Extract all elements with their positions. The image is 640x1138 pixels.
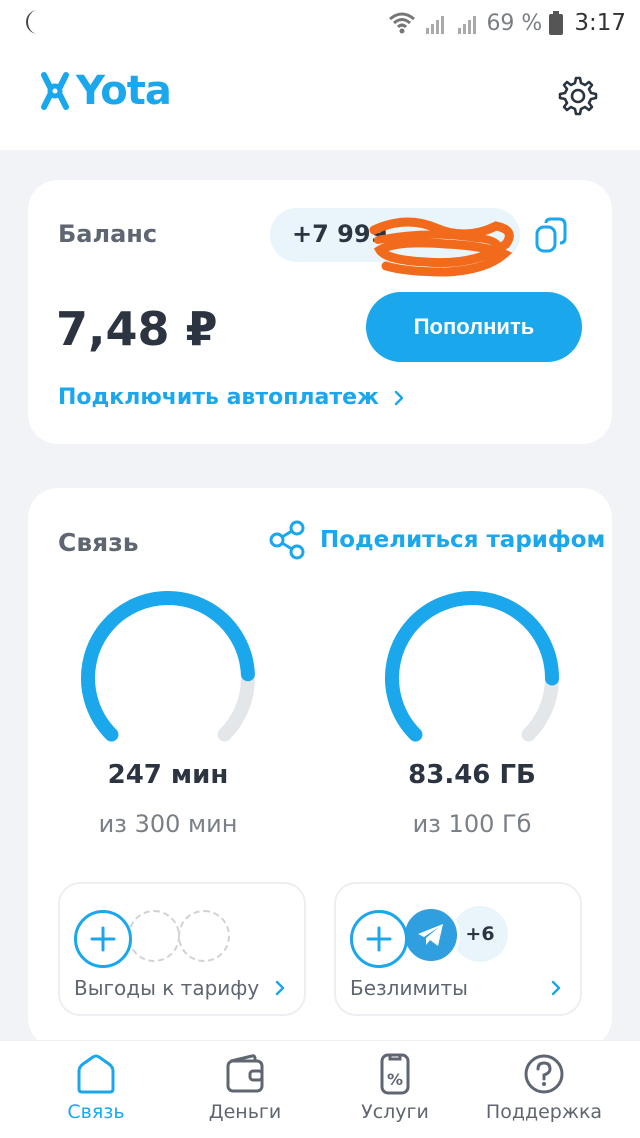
nav-label: Поддержка <box>485 1101 603 1123</box>
unlimited-label: Безлимиты <box>350 976 468 1000</box>
nav-label: Деньги <box>208 1101 282 1123</box>
bottom-navigation: Связь Деньги % Услуги Поддержка <box>0 1040 640 1138</box>
add-benefit-button[interactable] <box>74 910 132 968</box>
telegram-icon <box>402 906 460 964</box>
connection-title: Связь <box>58 528 139 557</box>
topup-button[interactable]: Пополнить <box>366 292 582 362</box>
data-gauge-fill <box>385 591 560 742</box>
nav-item-services[interactable]: % Услуги <box>315 1051 475 1123</box>
more-unlimited-badge: +6 <box>452 906 508 962</box>
chevron-right-icon <box>394 390 404 405</box>
autopay-label: Подключить автоплатеж <box>58 385 379 410</box>
balance-card: Баланс +7 999 7,48 ₽ Пополнить Подключит… <box>28 180 612 444</box>
settings-gear-icon[interactable] <box>554 74 598 118</box>
chevron-right-icon <box>551 980 561 996</box>
minutes-total: из 300 мин <box>98 810 238 838</box>
nav-item-money[interactable]: Деньги <box>165 1051 325 1123</box>
brand-name: Yota <box>76 68 172 114</box>
connection-card: Связь Поделиться тарифом 247 мин из 300 … <box>28 488 612 1048</box>
svg-text:%: % <box>387 1070 403 1089</box>
tariff-benefits-label: Выгоды к тарифу <box>74 976 260 1000</box>
wifi-icon <box>389 12 416 34</box>
battery-percent: 69 % <box>486 10 543 36</box>
plus-icon <box>90 926 116 952</box>
nav-label: Связь <box>67 1101 125 1123</box>
copy-icon[interactable] <box>534 216 568 254</box>
moon-icon <box>26 10 38 34</box>
yota-logo: Yota <box>40 68 172 114</box>
balance-amount: 7,48 ₽ <box>56 302 218 356</box>
clock: 3:17 <box>574 10 626 36</box>
data-gauge <box>385 591 560 742</box>
signal-1-icon <box>426 16 445 34</box>
empty-slot-circle <box>128 910 180 962</box>
tariff-benefits-tile[interactable]: Выгоды к тарифу <box>58 882 306 1016</box>
data-remaining: 83.46 ГБ <box>408 760 536 790</box>
unlimited-tile[interactable]: +6 Безлимиты <box>334 882 582 1016</box>
share-tariff-label: Поделиться тарифом <box>320 527 606 553</box>
empty-slot-circle <box>178 910 230 962</box>
redaction-scribble <box>369 217 514 277</box>
chevron-right-icon <box>275 980 285 996</box>
nav-label: Услуги <box>361 1101 429 1123</box>
status-bar: 69 % 3:17 <box>0 0 640 46</box>
yota-logo-mark-icon <box>41 72 69 110</box>
balance-title: Баланс <box>58 220 158 248</box>
minutes-gauge-fill <box>81 591 255 742</box>
phone-number-pill[interactable]: +7 999 <box>270 208 520 277</box>
support-icon <box>524 1054 564 1094</box>
add-unlimited-button[interactable] <box>350 910 408 968</box>
plus-icon <box>366 926 392 952</box>
battery-icon <box>549 11 564 35</box>
minutes-gauge <box>81 591 255 742</box>
nav-item-connection[interactable]: Связь <box>16 1051 176 1123</box>
share-tariff-link[interactable]: Поделиться тарифом <box>268 520 605 560</box>
services-icon: % <box>380 1053 410 1095</box>
wallet-icon <box>226 1054 264 1093</box>
minutes-remaining: 247 мин <box>107 760 229 790</box>
home-icon <box>77 1054 115 1094</box>
nav-item-support[interactable]: Поддержка <box>464 1051 624 1123</box>
data-total: из 100 Гб <box>412 810 532 838</box>
share-icon <box>269 520 305 560</box>
app-header: Yota <box>0 46 640 150</box>
autopay-link[interactable]: Подключить автоплатеж <box>58 385 405 410</box>
signal-2-icon <box>458 16 477 34</box>
